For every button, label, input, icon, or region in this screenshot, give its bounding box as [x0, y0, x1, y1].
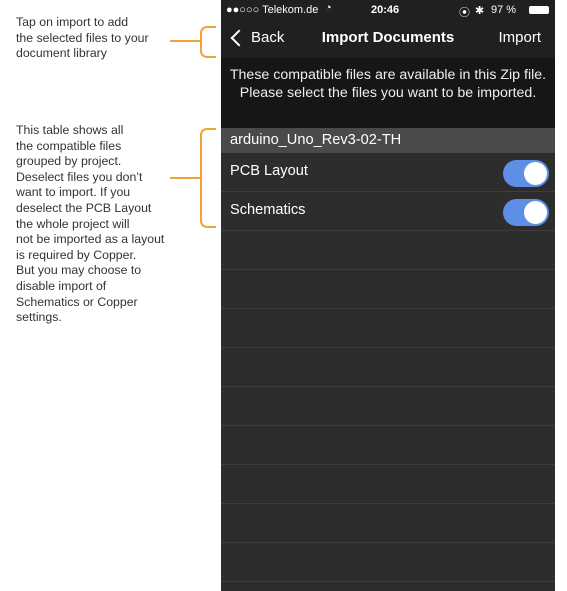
empty-row — [221, 543, 555, 582]
bluetooth-icon: ✱ — [475, 5, 485, 17]
empty-row — [221, 348, 555, 387]
carrier-label: ●●○○○ Telekom.de — [226, 4, 319, 16]
list-item-schematics: Schematics — [221, 192, 555, 231]
empty-row — [221, 504, 555, 543]
info-message: These compatible files are available in … — [221, 58, 555, 128]
toggle-knob — [524, 201, 547, 224]
import-button[interactable]: Import — [498, 29, 541, 46]
import-bracket — [200, 26, 216, 58]
time-label: 20:46 — [371, 4, 400, 16]
table-connector-line — [170, 177, 200, 179]
wifi-icon: ◔ — [325, 2, 332, 14]
pcb-layout-label: PCB Layout — [230, 163, 308, 179]
table-annotation: This table shows all the compatible file… — [16, 123, 165, 325]
table-bracket — [200, 128, 216, 228]
schematics-label: Schematics — [230, 202, 306, 218]
empty-row — [221, 387, 555, 426]
location-icon: ⦿ — [459, 7, 470, 19]
battery-label: 97 % — [491, 4, 517, 16]
empty-row — [221, 270, 555, 309]
list-item-pcb-layout: PCB Layout — [221, 153, 555, 192]
empty-row — [221, 309, 555, 348]
phone-screen: ●●○○○ Telekom.de ◔ 20:46 ⦿ ✱ 97 % Back I… — [221, 0, 555, 591]
section-header: arduino_Uno_Rev3-02-TH — [221, 128, 555, 153]
import-connector-line — [170, 40, 200, 42]
pcb-layout-toggle[interactable] — [503, 160, 549, 187]
status-bar: ●●○○○ Telekom.de ◔ 20:46 ⦿ ✱ 97 % — [221, 0, 555, 20]
import-annotation: Tap on import to add the selected files … — [16, 15, 149, 61]
battery-icon — [529, 6, 549, 14]
empty-row — [221, 231, 555, 270]
empty-row — [221, 465, 555, 504]
toggle-knob — [524, 162, 547, 185]
navigation-bar: Back Import Documents Import — [221, 20, 555, 58]
schematics-toggle[interactable] — [503, 199, 549, 226]
empty-row — [221, 426, 555, 465]
